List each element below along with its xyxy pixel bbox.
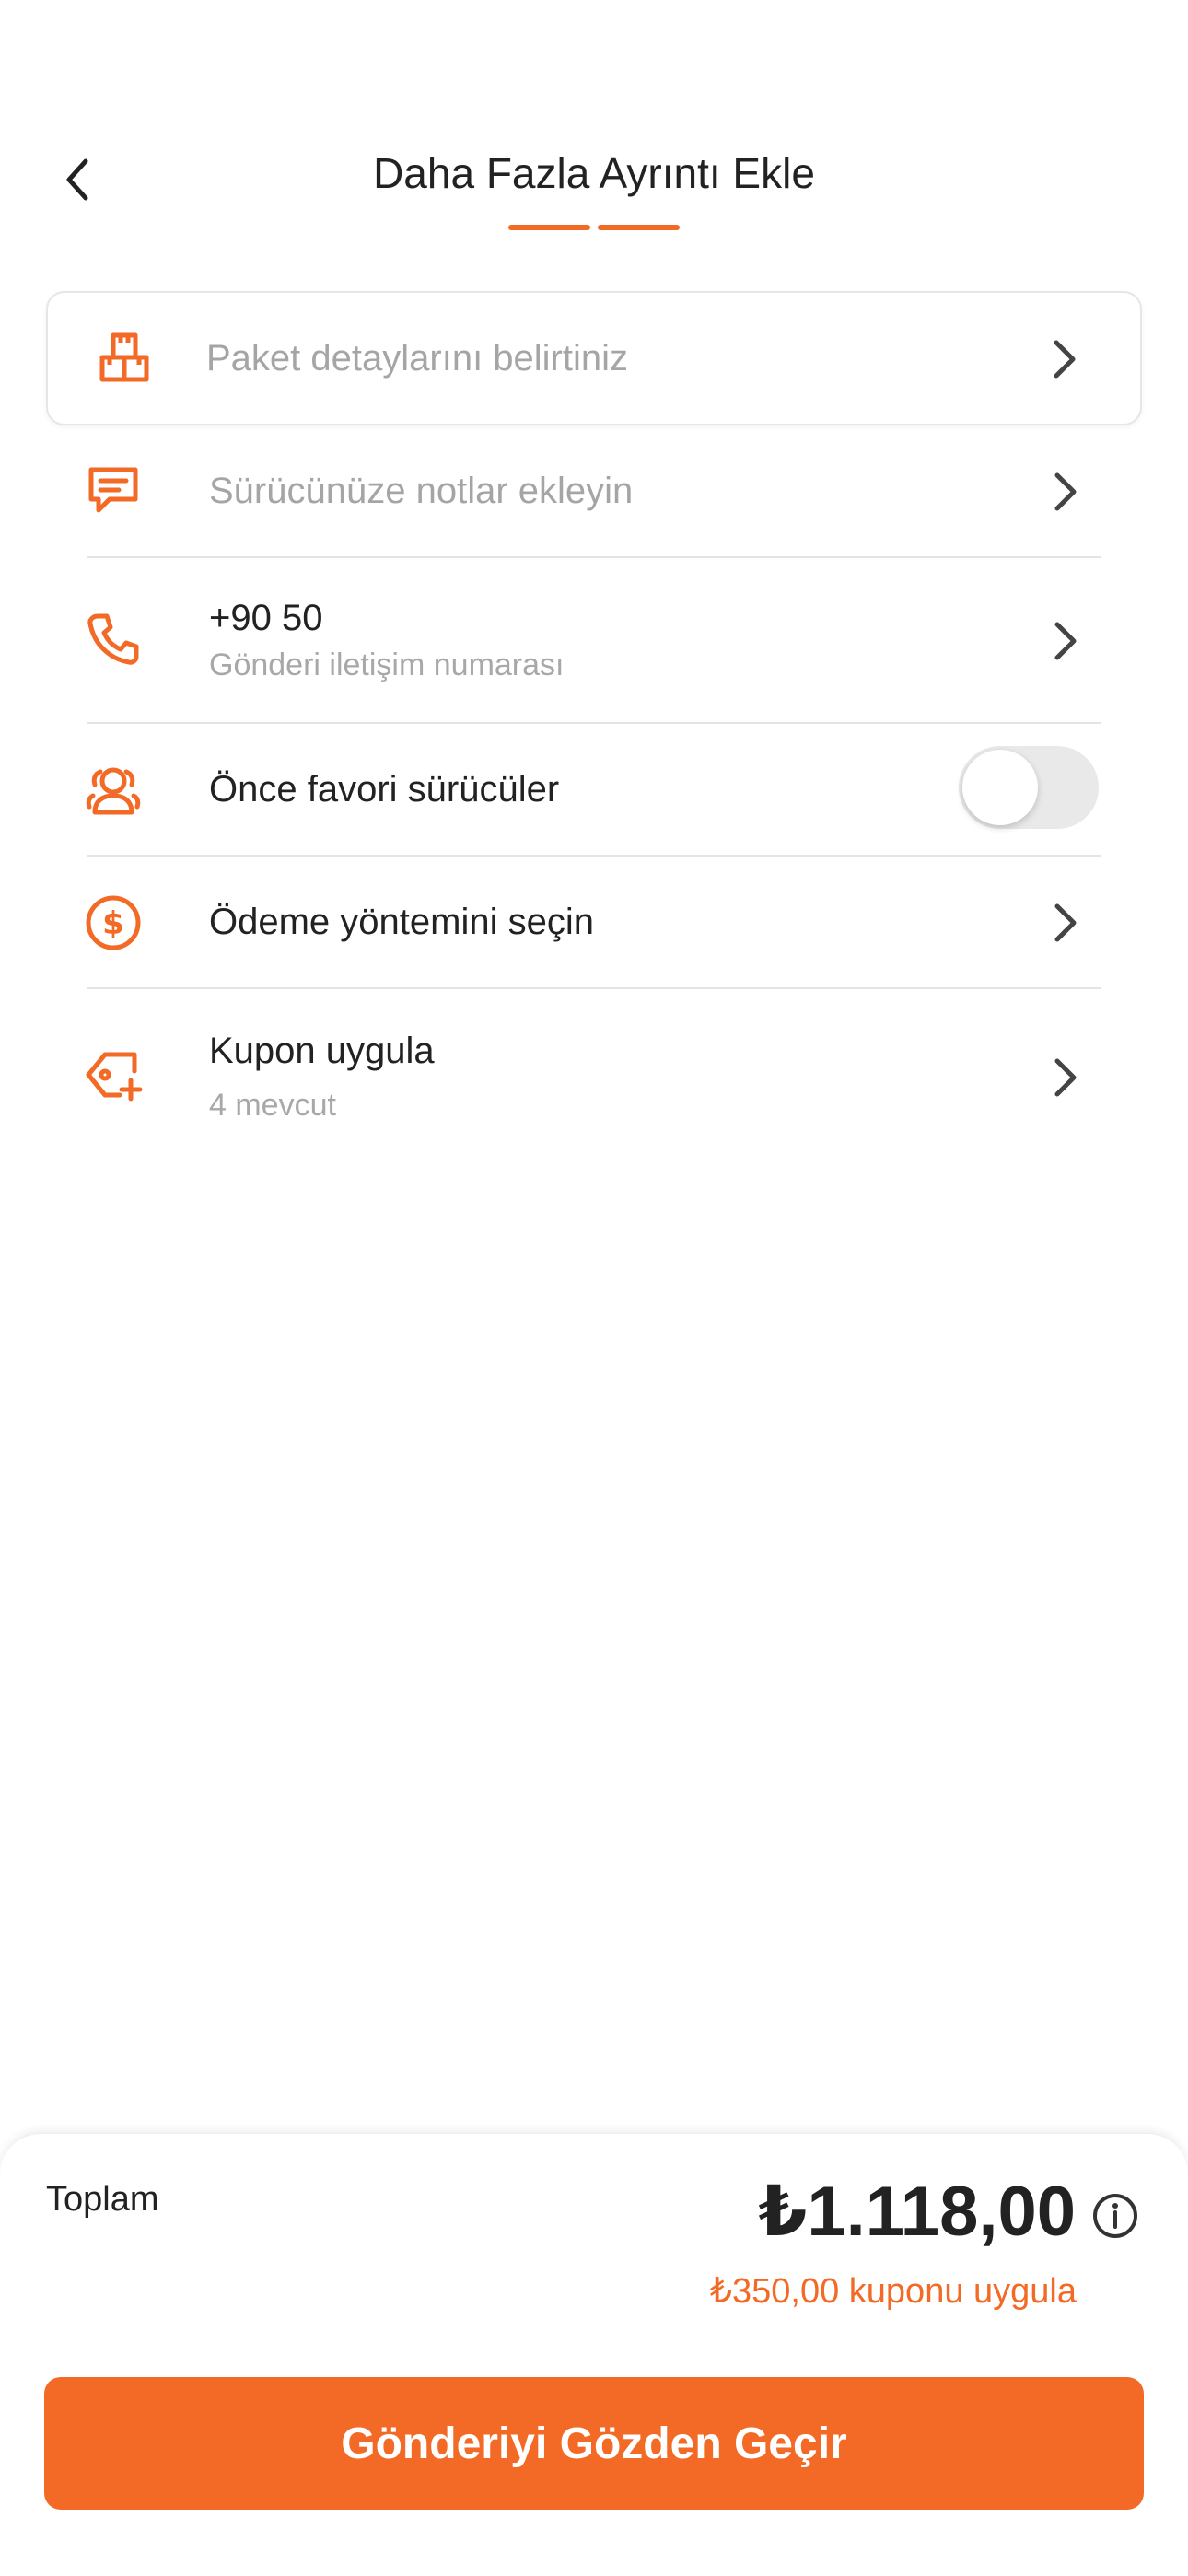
progress-step-2: [598, 225, 680, 230]
chevron-right-icon: [1045, 895, 1086, 950]
page-title: Daha Fazla Ayrıntı Ekle: [373, 149, 815, 197]
payment-method-row[interactable]: $ Ödeme yöntemini seçin: [86, 857, 1101, 989]
favorite-drivers-icon: [80, 757, 146, 823]
apply-coupon-link[interactable]: ₺350,00 kuponu uygula: [710, 2270, 1077, 2312]
package-details-label: Paket detaylarını belirtiniz: [206, 338, 629, 379]
package-details-row[interactable]: Paket detaylarını belirtiniz: [46, 291, 1142, 425]
total-label: Toplam: [46, 2180, 159, 2219]
payment-method-label: Ödeme yöntemini seçin: [209, 902, 594, 942]
header: Daha Fazla Ayrıntı Ekle: [0, 0, 1188, 239]
checkout-summary-sheet: Toplam ₺1.118,00 ₺350,00 kuponu uygula G…: [0, 2133, 1188, 2576]
progress-step-1: [508, 225, 590, 230]
chevron-right-icon: [1045, 464, 1086, 519]
apply-coupon-row[interactable]: Kupon uygula 4 mevcut: [86, 989, 1101, 1164]
phone-icon: [80, 606, 146, 672]
dollar-circle-icon: $: [80, 890, 146, 956]
contact-phone-value: +90 50: [209, 598, 323, 638]
total-amount: ₺1.118,00: [758, 2173, 1076, 2251]
chevron-right-icon: [1044, 332, 1085, 387]
package-icon: [92, 325, 158, 391]
review-shipment-button[interactable]: Gönderiyi Gözden Geçir: [44, 2377, 1144, 2510]
available-coupons-count: 4 mevcut: [209, 1088, 336, 1123]
contact-phone-row[interactable]: +90 50 Gönderi iletişim numarası: [87, 558, 1101, 724]
info-icon[interactable]: [1090, 2191, 1140, 2241]
favorite-drivers-label: Önce favori sürücüler: [209, 769, 560, 810]
contact-phone-sublabel: Gönderi iletişim numarası: [209, 647, 565, 682]
favorite-drivers-row: Önce favori sürücüler: [86, 724, 1101, 857]
step-progress: [508, 225, 680, 230]
svg-text:$: $: [102, 905, 124, 942]
tag-plus-icon: [80, 1043, 146, 1109]
driver-notes-label: Sürücünüze notlar ekleyin: [209, 471, 634, 511]
apply-coupon-label: Kupon uygula: [209, 1031, 435, 1071]
driver-notes-row[interactable]: Sürücünüze notlar ekleyin: [87, 425, 1101, 558]
favorite-drivers-toggle[interactable]: [959, 746, 1099, 829]
message-icon: [80, 457, 146, 523]
chevron-right-icon: [1045, 613, 1086, 669]
toggle-knob: [962, 750, 1038, 825]
chevron-right-icon: [1045, 1050, 1086, 1105]
